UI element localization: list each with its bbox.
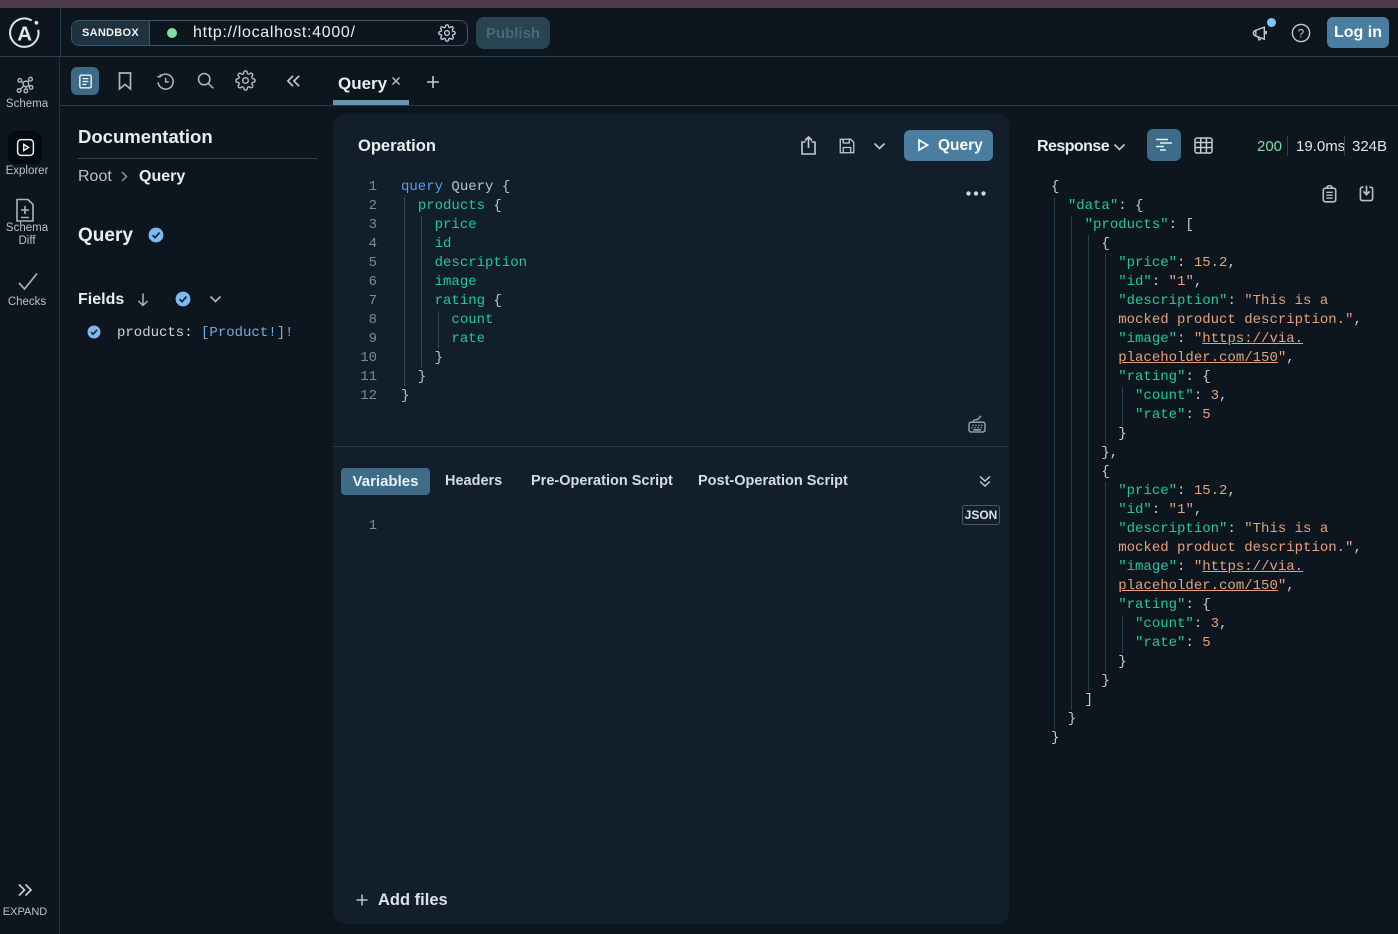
svg-text:A: A xyxy=(17,22,32,45)
svg-text:?: ? xyxy=(1298,28,1304,40)
